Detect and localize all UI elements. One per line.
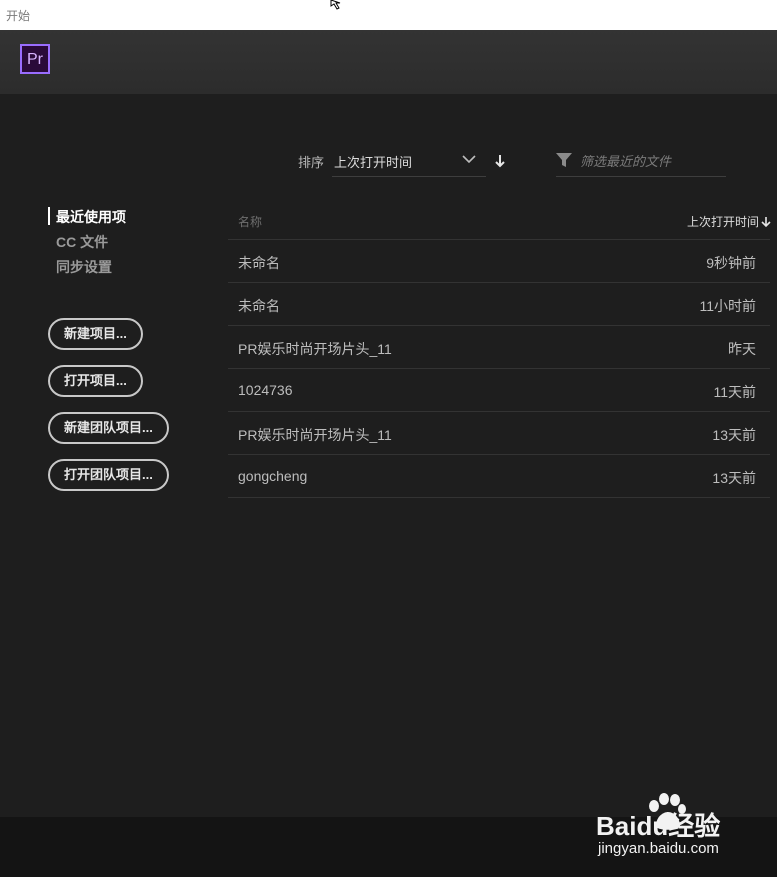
column-header-name[interactable]: 名称 [238,213,262,230]
row-last-opened: 13天前 [712,427,756,443]
new-project-button[interactable]: 新建项目... [48,318,143,350]
open-team-project-button[interactable]: 打开团队项目... [48,459,169,491]
new-team-project-button[interactable]: 新建团队项目... [48,412,169,444]
nav-active-indicator [48,207,50,225]
watermark-brand: Baidu经验 [596,811,721,841]
chevron-down-icon [462,155,476,164]
sort-dropdown[interactable]: 上次打开时间 [332,146,486,177]
table-row[interactable]: 未命名 11小时前 [228,283,770,326]
row-last-opened: 11天前 [713,384,756,400]
sort-label: 排序 [298,155,325,170]
column-header-last-opened[interactable]: 上次打开时间 [687,213,771,230]
baidu-jingyan-watermark: Baidu经验 jingyan.baidu.com [594,792,764,862]
nav-item-cc-files[interactable]: CC 文件 [56,232,108,252]
table-row[interactable]: 1024736 11天前 [228,369,770,412]
row-last-opened: 昨天 [728,341,756,357]
row-last-opened: 11小时前 [699,298,756,314]
row-file-name: PR娱乐时尚开场片头_11 [238,341,392,357]
app-header: Pr [0,30,777,94]
open-project-button[interactable]: 打开项目... [48,365,143,397]
sort-descending-arrow-icon[interactable] [493,154,507,168]
row-file-name: 未命名 [238,298,280,314]
premiere-logo-icon: Pr [20,44,50,74]
column-header-last-opened-label: 上次打开时间 [686,215,759,229]
row-file-name: 1024736 [238,382,293,398]
window-title: 开始 [6,9,31,23]
table-row[interactable]: gongcheng 13天前 [228,455,770,498]
mouse-cursor-icon [330,0,341,10]
row-file-name: gongcheng [238,468,308,484]
row-file-name: 未命名 [238,255,280,271]
table-row[interactable]: 未命名 9秒钟前 [228,240,770,283]
table-row[interactable]: PR娱乐时尚开场片头_11 昨天 [228,326,770,369]
row-last-opened: 9秒钟前 [706,255,756,271]
filter-funnel-icon [556,153,572,167]
nav-item-recent[interactable]: 最近使用项 [56,207,126,227]
row-file-name: PR娱乐时尚开场片头_11 [238,427,392,443]
sort-arrow-down-icon [761,217,771,228]
nav-item-sync-settings[interactable]: 同步设置 [56,257,112,277]
row-last-opened: 13天前 [712,470,756,486]
filter-input[interactable] [580,151,720,171]
table-row[interactable]: PR娱乐时尚开场片头_11 13天前 [228,412,770,455]
window-titlebar: 开始 [0,0,777,30]
sort-selected-value: 上次打开时间 [334,155,413,170]
filter-field[interactable] [556,146,726,177]
watermark-site: jingyan.baidu.com [598,840,719,857]
